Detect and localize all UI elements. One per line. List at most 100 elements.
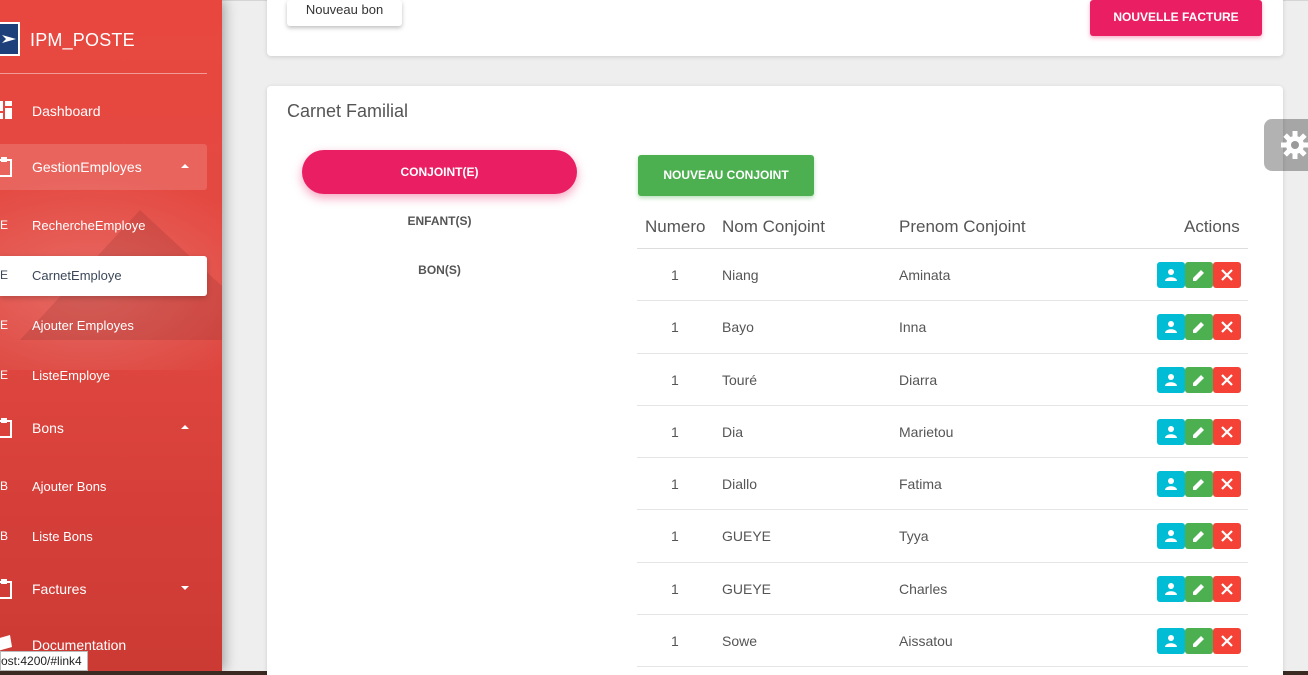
dashboard-icon [0,101,12,121]
person-icon [1165,269,1177,281]
pencil-icon [1193,322,1204,334]
delete-button[interactable] [1213,418,1241,445]
edit-button[interactable] [1185,575,1213,602]
table-row: 1 Dia Marietou [637,406,1248,459]
pencil-icon [1193,426,1204,438]
table-row: 1 Sowe Aissatou [637,615,1248,668]
sidebar-subitem-ajouter-bons[interactable]: B Ajouter Bons [0,467,207,507]
sidebar: IPM_POSTE Dashboard GestionEmployes E Re… [0,0,222,671]
cell-nom: Dia [722,423,744,440]
tab-bons[interactable]: BON(S) [302,263,577,277]
person-icon [1165,530,1177,543]
pencil-icon [1193,374,1204,386]
cell-numero: 1 [671,633,679,650]
view-button[interactable] [1157,314,1185,341]
view-button[interactable] [1157,628,1185,655]
edit-button[interactable] [1185,471,1213,498]
edit-button[interactable] [1185,314,1213,341]
cell-prenom: Inna [899,319,927,336]
person-icon [1165,478,1177,491]
cell-numero: 1 [671,267,679,283]
person-icon [1165,321,1177,334]
cell-nom: GUEYE [722,528,772,545]
view-button[interactable] [1157,471,1185,498]
close-icon [1221,635,1233,647]
sidebar-subitem-ajouter-employes[interactable]: E Ajouter Employes [0,306,207,346]
row-actions [1157,628,1241,655]
edit-button[interactable] [1185,418,1213,445]
table-row: 1 Touré Diarra [637,354,1248,406]
sidebar-subitem-listeemploye[interactable]: E ListeEmploye [0,356,207,396]
view-button[interactable] [1157,262,1185,288]
delete-button[interactable] [1213,575,1241,602]
sidebar-item-dashboard[interactable]: Dashboard [0,88,207,134]
table-row: 1 Diallo Fatima [637,458,1248,511]
sidebar-subitem-rechercheemploye[interactable]: E RechercheEmploye [0,206,207,246]
tab-enfants[interactable]: ENFANT(S) [302,214,577,228]
delete-button[interactable] [1213,628,1241,655]
view-button[interactable] [1157,575,1185,602]
sidebar-item-label: Factures [32,581,87,597]
close-icon [1221,583,1233,595]
cell-nom: GUEYE [722,580,772,597]
delete-button[interactable] [1213,366,1241,393]
cell-nom: Sowe [722,633,758,650]
delete-button[interactable] [1213,523,1241,550]
carnet-familial-card: Carnet Familial CONJOINT(E) ENFANT(S) BO… [267,86,1283,675]
subitem-label: Liste Bons [32,529,93,544]
subitem-abbr: E [0,318,9,332]
settings-toggle[interactable] [1264,119,1308,171]
view-button[interactable] [1157,523,1185,550]
delete-button[interactable] [1213,314,1241,341]
row-actions [1157,314,1241,341]
sidebar-item-bons[interactable]: Bons [0,405,207,451]
table-row: 1 Bayo Inna [637,301,1248,354]
column-header: Prenom Conjoint [899,217,1026,236]
column-header: Numero [645,217,706,236]
cell-prenom: Aminata [899,267,951,283]
sidebar-subitem-carnetemploye[interactable]: E CarnetEmploye [0,256,207,296]
close-icon [1221,373,1233,386]
close-icon [1221,269,1233,281]
nouveau-conjoint-button[interactable]: NOUVEAU CONJOINT [638,155,814,196]
card-title: Carnet Familial [287,101,409,121]
subitem-label: Ajouter Employes [32,318,134,333]
edit-button[interactable] [1185,262,1213,288]
app-name: IPM_POSTE [30,30,135,50]
close-icon [1221,478,1233,490]
delete-button[interactable] [1213,471,1241,498]
table-body: 1 Niang Aminata 1 Bayo Inna 1 Touré Diarra 1 Dia Ma… [637,249,1248,668]
person-icon [1165,425,1177,438]
pencil-icon [1193,583,1204,595]
pencil-icon [1193,636,1204,648]
view-button[interactable] [1157,366,1185,393]
table-header: Numero Nom Conjoint Prenom Conjoint Acti… [637,211,1248,249]
close-icon [1221,530,1233,543]
row-actions [1157,523,1241,550]
subitem-abbr: B [0,479,9,493]
sidebar-subitem-liste-bons[interactable]: B Liste Bons [0,517,207,557]
brand[interactable]: IPM_POSTE [0,22,222,56]
sidebar-item-factures[interactable]: Factures [0,566,207,612]
edit-button[interactable] [1185,523,1213,550]
caret-down-icon [181,586,189,590]
column-header: Actions [1184,217,1240,236]
nouveau-bon-button[interactable]: Nouveau bon [287,0,402,26]
cell-prenom: Marietou [899,423,954,440]
view-button[interactable] [1157,418,1185,445]
sidebar-item-gestionemployes[interactable]: GestionEmployes [0,144,207,190]
nouvelle-facture-button[interactable]: NOUVELLE FACTURE [1090,0,1262,36]
edit-button[interactable] [1185,366,1213,393]
tab-conjoint[interactable]: CONJOINT(E) [302,150,577,194]
subitem-label: Ajouter Bons [32,479,107,494]
delete-button[interactable] [1213,262,1241,288]
subitem-abbr: B [0,529,9,543]
edit-button[interactable] [1185,628,1213,655]
row-actions [1157,262,1241,288]
cell-numero: 1 [671,580,679,597]
cell-nom: Niang [722,267,759,283]
cell-prenom: Fatima [899,476,942,493]
conjoints-table: Numero Nom Conjoint Prenom Conjoint Acti… [637,211,1248,668]
subitem-label: RechercheEmploye [32,218,146,233]
sidebar-item-label: GestionEmployes [32,159,142,175]
